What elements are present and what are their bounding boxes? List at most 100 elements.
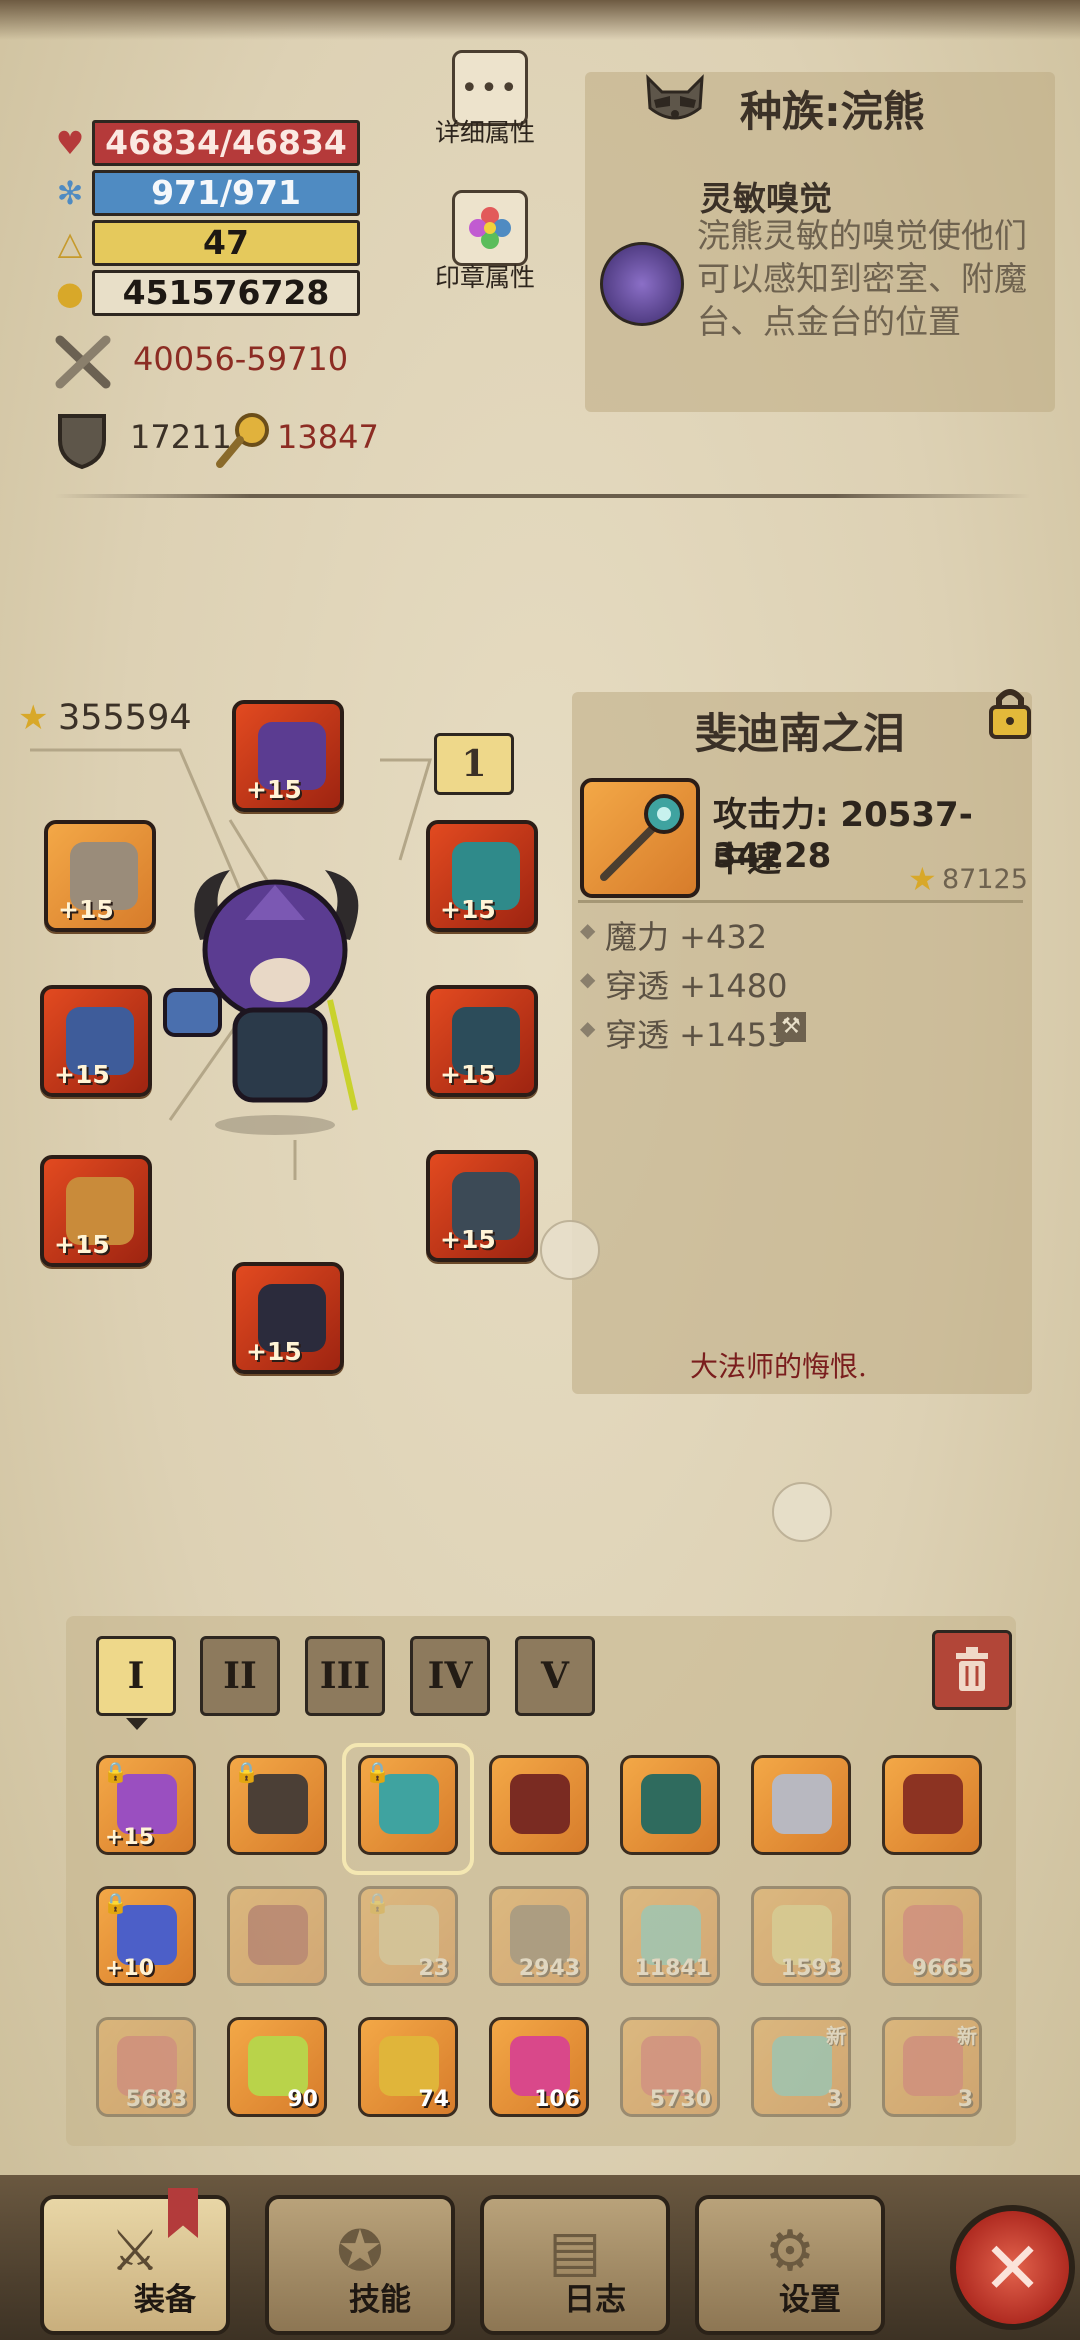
- lock-icon[interactable]: [985, 685, 1035, 740]
- skill-description: 浣熊灵敏的嗅觉使他们可以感知到密室、附魔台、点金台的位置: [697, 216, 1027, 341]
- gear-icon: ⚙: [764, 2219, 816, 2284]
- inventory-slot[interactable]: [227, 1886, 327, 1986]
- new-badge: 新: [957, 2024, 977, 2048]
- raccoon-icon: [640, 70, 710, 130]
- equip-plus: +15: [54, 1230, 110, 1259]
- diamond-bullet-icon: ◆: [580, 967, 596, 991]
- item-count: 106: [534, 2087, 580, 2112]
- flower-seal-icon: [469, 207, 511, 249]
- skill-star-icon: ✪: [336, 2219, 384, 2284]
- inventory-slot[interactable]: 9665: [882, 1886, 982, 1986]
- item-speed: 中速: [713, 840, 781, 880]
- detail-attributes-label: 详细属性: [434, 118, 535, 147]
- star-icon: ★: [908, 860, 937, 898]
- inventory-slot[interactable]: 106: [489, 2017, 589, 2117]
- inventory-slot[interactable]: [882, 1755, 982, 1855]
- hammer-icon: ⚒: [776, 1012, 806, 1042]
- item-score: 87125: [942, 864, 1028, 895]
- item-count: 11841: [634, 1956, 711, 1981]
- item-count: 74: [418, 2087, 449, 2112]
- inventory-slot[interactable]: 2943: [489, 1886, 589, 1986]
- skill-name: 灵敏嗅觉: [700, 179, 832, 218]
- inventory-item-icon: [510, 1774, 570, 1834]
- inventory-slot[interactable]: 74: [358, 2017, 458, 2117]
- item-plus: +10: [105, 1956, 155, 1981]
- item-affix: 穿透 +1453: [605, 1016, 788, 1054]
- axe-icon: ⚔: [109, 2219, 161, 2284]
- equip-plus: +15: [58, 895, 114, 924]
- equip-plus: +15: [440, 1225, 496, 1254]
- character-avatar: [160, 860, 390, 1140]
- inventory-slot[interactable]: 5683: [96, 2017, 196, 2117]
- lock-icon: 🔒: [365, 1891, 390, 1915]
- item-count: 90: [287, 2087, 318, 2112]
- lock-icon: 🔒: [365, 1760, 390, 1784]
- inventory-slot[interactable]: 🔒 +10: [96, 1886, 196, 1986]
- inventory-slot[interactable]: 90: [227, 2017, 327, 2117]
- item-plus: +15: [105, 1825, 155, 1850]
- inventory-slot[interactable]: 🔒: [227, 1755, 327, 1855]
- nav-skills-button[interactable]: ✪ 技能: [265, 2195, 455, 2335]
- equip-slot-boots[interactable]: +15: [426, 1150, 538, 1262]
- penetration-value: 13847: [277, 418, 379, 456]
- inventory-slot[interactable]: 🔒 23: [358, 1886, 458, 1986]
- penetration-icon: [212, 410, 272, 470]
- item-count: 1593: [780, 1956, 842, 1981]
- seal-attributes-label: 印章属性: [434, 263, 535, 292]
- equipment-set-number[interactable]: 1: [434, 733, 514, 795]
- equip-slot-gloves[interactable]: +15: [40, 1155, 152, 1267]
- equip-slot-armor[interactable]: +15: [426, 985, 538, 1097]
- section-divider: [55, 494, 1030, 498]
- nav-log-button[interactable]: ▤ 日志: [480, 2195, 670, 2335]
- item-count: 5730: [649, 2087, 711, 2112]
- floating-circle: [540, 1220, 600, 1280]
- lock-icon: 🔒: [103, 1891, 128, 1915]
- inventory-slot[interactable]: 5730: [620, 2017, 720, 2117]
- inventory-slot[interactable]: 11841: [620, 1886, 720, 1986]
- item-count: 3: [957, 2087, 973, 2112]
- equip-slot-ring-left[interactable]: +15: [44, 820, 156, 932]
- inventory-slot[interactable]: 1593: [751, 1886, 851, 1986]
- inventory-slot[interactable]: 3新: [882, 2017, 982, 2117]
- item-divider: [578, 900, 1023, 903]
- shield-icon: [56, 410, 108, 470]
- tab-1[interactable]: I: [96, 1636, 176, 1716]
- item-affix: 魔力 +432: [605, 918, 768, 956]
- item-count: 9665: [911, 1956, 973, 1981]
- equip-slot-amulet[interactable]: +15: [426, 820, 538, 932]
- floating-circle: [772, 1482, 832, 1542]
- nav-settings-button[interactable]: ⚙ 设置: [695, 2195, 885, 2335]
- inventory-item-icon: [248, 1905, 308, 1965]
- item-title: 斐迪南之泪: [694, 709, 905, 758]
- tab-3[interactable]: III: [305, 1636, 385, 1716]
- tab-2[interactable]: II: [200, 1636, 280, 1716]
- inventory-slot[interactable]: 3新: [751, 2017, 851, 2117]
- active-tab-pointer: [126, 1718, 148, 1730]
- inventory-slot[interactable]: [489, 1755, 589, 1855]
- equip-slot-legs[interactable]: +15: [232, 1262, 344, 1374]
- gold-icon: ●: [56, 274, 84, 312]
- inventory-item-icon: [903, 1774, 963, 1834]
- item-count: 3: [826, 2087, 842, 2112]
- inventory-slot[interactable]: 🔒: [358, 1755, 458, 1855]
- item-quote: 大法师的悔恨.: [690, 1350, 867, 1383]
- inventory-slot[interactable]: [620, 1755, 720, 1855]
- tab-5[interactable]: V: [515, 1636, 595, 1716]
- trash-icon: [956, 1647, 988, 1691]
- race-title: 种族:浣熊: [740, 87, 925, 136]
- inventory-slot[interactable]: [751, 1755, 851, 1855]
- tab-4[interactable]: IV: [410, 1636, 490, 1716]
- top-torn-edge: [0, 0, 1080, 40]
- inventory-slot[interactable]: 🔒 +15: [96, 1755, 196, 1855]
- seal-attributes-button[interactable]: [452, 190, 528, 266]
- scroll-icon: ▤: [548, 2219, 602, 2284]
- nav-equip-button[interactable]: ⚔ 装备: [40, 2195, 230, 2335]
- equip-slot-weapon-left[interactable]: +15: [40, 985, 152, 1097]
- dots-icon: •••: [460, 70, 520, 106]
- crossed-swords-icon: [52, 332, 116, 392]
- equip-plus: +15: [440, 1060, 496, 1089]
- equip-plus: +15: [246, 775, 302, 804]
- equip-slot-helmet[interactable]: +15: [232, 700, 344, 812]
- close-button[interactable]: ✕: [950, 2205, 1075, 2330]
- trash-button[interactable]: [932, 1630, 1012, 1710]
